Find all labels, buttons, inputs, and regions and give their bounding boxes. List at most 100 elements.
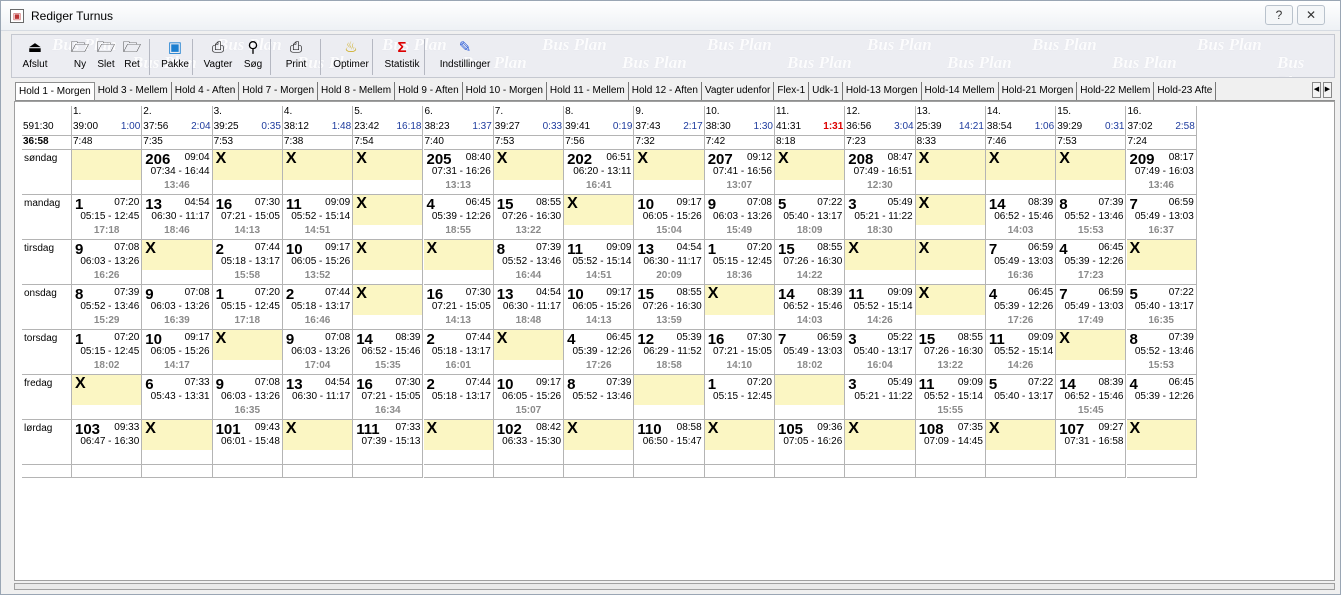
shift-cell[interactable]: 10 09:17 06:05 - 15:26 14:17 (142, 330, 213, 375)
shift-cell[interactable]: X (985, 150, 1057, 195)
shift-cell[interactable]: 110 08:58 06:50 - 15:47 (634, 420, 705, 465)
shift-cell[interactable]: X (704, 420, 775, 465)
shift-cell[interactable]: X (915, 240, 986, 285)
shift-cell[interactable]: X (423, 420, 494, 465)
shift-cell[interactable]: 7 06:59 05:49 - 13:03 16:36 (985, 240, 1057, 285)
tab-hold-8-mellem[interactable]: Hold 8 - Mellem (318, 82, 396, 100)
shift-cell[interactable]: 10 09:17 06:05 - 15:26 15:07 (493, 375, 565, 420)
tab-hold-14-mellem[interactable]: Hold-14 Mellem (922, 82, 999, 100)
shift-cell[interactable]: 1 07:20 05:15 - 12:45 17:18 (212, 285, 283, 330)
shift-cell[interactable]: 15 08:55 07:26 - 16:30 13:59 (634, 285, 705, 330)
optimer-button[interactable]: ♨ Optimer (328, 37, 374, 70)
shift-cell[interactable]: 3 05:49 05:21 - 11:22 18:30 (845, 195, 916, 240)
horizontal-scrollbar[interactable] (14, 583, 1335, 590)
shift-cell[interactable]: 202 06:51 06:20 - 13:11 16:41 (564, 150, 635, 195)
tab-hold-11-mellem[interactable]: Hold 11 - Mellem (547, 82, 629, 100)
shift-cell[interactable]: 13 04:54 06:30 - 11:17 (282, 375, 354, 420)
shift-cell[interactable]: 4 06:45 05:39 - 12:26 17:26 (985, 285, 1057, 330)
shift-cell[interactable]: 208 08:47 07:49 - 16:51 12:30 (845, 150, 916, 195)
shift-cell[interactable]: 105 09:36 07:05 - 16:26 (775, 420, 846, 465)
tab-hold-21-morgen[interactable]: Hold-21 Morgen (999, 82, 1078, 100)
shift-cell[interactable]: X (1126, 420, 1197, 465)
shift-cell[interactable]: X (493, 150, 565, 195)
shift-cell[interactable]: 8 07:39 05:52 - 13:46 15:53 (1056, 195, 1127, 240)
tab-flex-1[interactable]: Flex-1 (774, 82, 810, 100)
shift-cell[interactable]: 1 07:20 05:15 - 12:45 18:02 (72, 330, 143, 375)
close-button[interactable]: ✕ (1297, 5, 1325, 25)
shift-cell[interactable]: 8 07:39 05:52 - 13:46 (564, 375, 635, 420)
shift-cell[interactable]: 206 09:04 07:34 - 16:44 13:46 (142, 150, 213, 195)
shift-cell[interactable]: 10 09:17 06:05 - 15:26 13:52 (282, 240, 354, 285)
shift-cell[interactable]: X (212, 330, 283, 375)
shift-cell[interactable]: 8 07:39 05:52 - 13:46 15:29 (72, 285, 143, 330)
shift-cell[interactable]: X (282, 150, 354, 195)
shift-cell[interactable]: 3 05:22 05:40 - 13:17 16:04 (845, 330, 916, 375)
tab-hold-4-aften[interactable]: Hold 4 - Aften (172, 82, 240, 100)
shift-cell[interactable]: 15 08:55 07:26 - 16:30 13:22 (493, 195, 565, 240)
shift-cell[interactable]: 8 07:39 05:52 - 13:46 15:53 (1126, 330, 1197, 375)
tab-hold-22-mellem[interactable]: Hold-22 Mellem (1077, 82, 1155, 100)
shift-cell[interactable] (775, 375, 846, 420)
shift-cell[interactable]: X (915, 150, 986, 195)
help-button[interactable]: ? (1265, 5, 1293, 25)
afslut-button[interactable]: ⏏ Afslut (20, 37, 50, 70)
shift-cell[interactable]: X (775, 150, 846, 195)
shift-cell[interactable]: 111 07:33 07:39 - 15:13 (353, 420, 424, 465)
shift-cell[interactable]: 16 07:30 07:21 - 15:05 16:34 (353, 375, 424, 420)
tab-scroll-left-button[interactable]: ◀ (1312, 82, 1321, 98)
shift-cell[interactable]: 15 08:55 07:26 - 16:30 13:22 (915, 330, 986, 375)
shift-cell[interactable]: 1 07:20 05:15 - 12:45 17:18 (72, 195, 143, 240)
shift-cell[interactable]: 7 06:59 05:49 - 13:03 17:49 (1056, 285, 1127, 330)
shift-cell[interactable]: X (915, 285, 986, 330)
shift-cell[interactable]: 207 09:12 07:41 - 16:56 13:07 (704, 150, 775, 195)
shift-cell[interactable]: 16 07:30 07:21 - 15:05 14:10 (704, 330, 775, 375)
shift-cell[interactable]: 5 07:22 05:40 - 13:17 18:09 (775, 195, 846, 240)
shift-cell[interactable]: X (1056, 330, 1127, 375)
shift-cell[interactable]: X (985, 420, 1057, 465)
shift-cell[interactable]: X (353, 150, 424, 195)
tab-hold-12-aften[interactable]: Hold 12 - Aften (629, 82, 702, 100)
søg-button[interactable]: ⚲ Søg (238, 37, 268, 70)
shift-cell[interactable]: 13 04:54 06:30 - 11:17 18:48 (493, 285, 565, 330)
shift-cell[interactable]: X (493, 330, 565, 375)
shift-cell[interactable]: 5 07:22 05:40 - 13:17 16:35 (1126, 285, 1197, 330)
shift-cell[interactable]: 7 06:59 05:49 - 13:03 18:02 (775, 330, 846, 375)
shift-cell[interactable]: 9 07:08 06:03 - 13:26 16:26 (72, 240, 143, 285)
shift-cell[interactable]: 12 05:39 06:29 - 11:52 18:58 (634, 330, 705, 375)
tab-udk-1[interactable]: Udk-1 (809, 82, 843, 100)
tab-vagter-udenfor[interactable]: Vagter udenfor (702, 82, 775, 100)
shift-cell[interactable]: 4 06:45 05:39 - 12:26 18:55 (423, 195, 494, 240)
shift-cell[interactable]: X (915, 195, 986, 240)
tab-hold-13-morgen[interactable]: Hold-13 Morgen (843, 82, 922, 100)
shift-cell[interactable]: 11 09:09 05:52 - 15:14 14:26 (985, 330, 1057, 375)
shift-cell[interactable]: 9 07:08 06:03 - 13:26 16:39 (142, 285, 213, 330)
shift-cell[interactable]: 7 06:59 05:49 - 13:03 16:37 (1126, 195, 1197, 240)
shift-cell[interactable]: 9 07:08 06:03 - 13:26 16:35 (212, 375, 283, 420)
shift-cell[interactable]: 2 07:44 05:18 - 13:17 (423, 375, 494, 420)
shift-cell[interactable]: X (142, 240, 213, 285)
shift-cell[interactable]: 14 08:39 06:52 - 15:46 14:03 (985, 195, 1057, 240)
indstillinger-button[interactable]: ✎ Indstillinger (432, 37, 498, 70)
shift-cell[interactable]: 205 08:40 07:31 - 16:26 13:13 (423, 150, 494, 195)
shift-cell[interactable]: X (564, 195, 635, 240)
shift-cell[interactable]: 16 07:30 07:21 - 15:05 14:13 (212, 195, 283, 240)
shift-cell[interactable]: X (353, 195, 424, 240)
shift-cell[interactable]: 14 08:39 06:52 - 15:46 14:03 (775, 285, 846, 330)
shift-cell[interactable]: 11 09:09 05:52 - 15:14 14:26 (845, 285, 916, 330)
ny-button[interactable]: 🗁 Ny (68, 37, 92, 70)
tab-scroll-right-button[interactable]: ▶ (1323, 82, 1332, 98)
shift-cell[interactable] (634, 375, 705, 420)
tab-hold-7-morgen[interactable]: Hold 7 - Morgen (239, 82, 319, 100)
shift-cell[interactable]: 9 07:08 06:03 - 13:26 15:49 (704, 195, 775, 240)
shift-cell[interactable]: X (1126, 240, 1197, 285)
print-button[interactable]: ⎙ Print (276, 37, 316, 70)
shift-cell[interactable]: 13 04:54 06:30 - 11:17 18:46 (142, 195, 213, 240)
shift-cell[interactable]: X (212, 150, 283, 195)
shift-cell[interactable]: X (353, 240, 424, 285)
shift-cell[interactable]: 15 08:55 07:26 - 16:30 14:22 (775, 240, 846, 285)
shift-cell[interactable]: 10 09:17 06:05 - 15:26 14:13 (564, 285, 635, 330)
shift-cell[interactable]: X (1056, 150, 1127, 195)
shift-cell[interactable]: X (142, 420, 213, 465)
ret-button[interactable]: 🗁 Ret (120, 37, 144, 70)
shift-cell[interactable]: 5 07:22 05:40 - 13:17 (985, 375, 1057, 420)
